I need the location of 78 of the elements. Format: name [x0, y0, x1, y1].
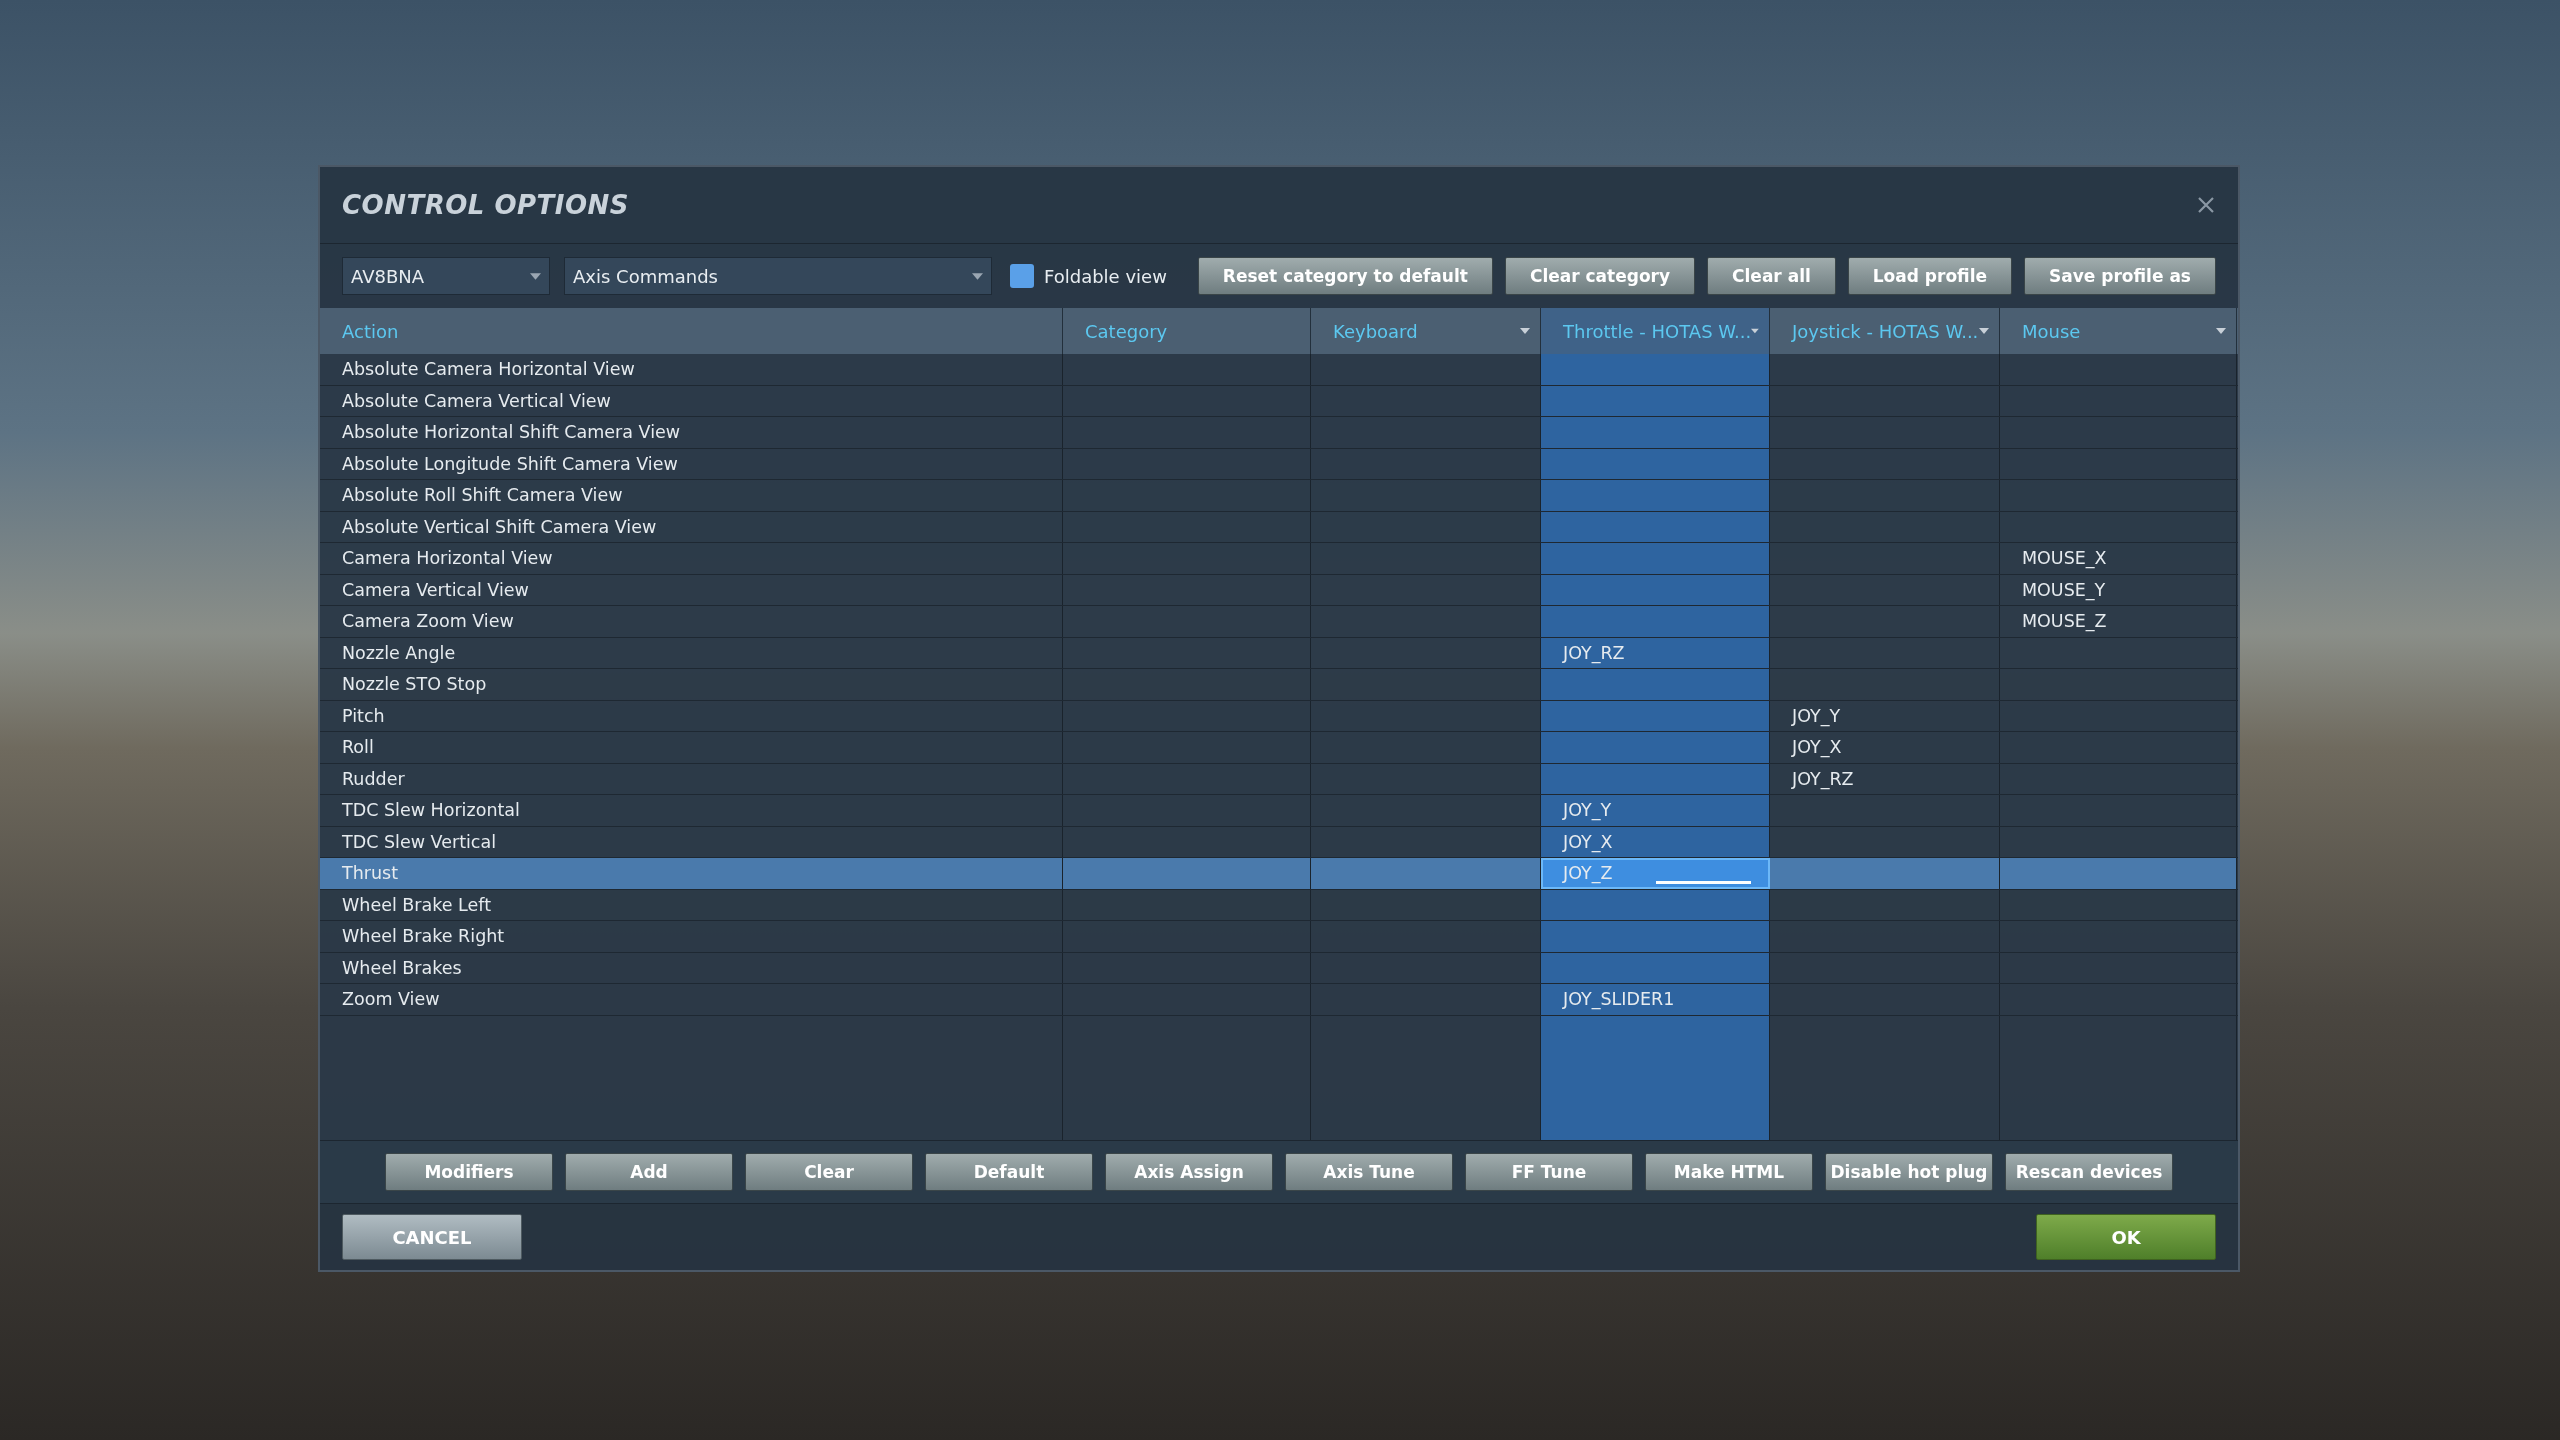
toolbar-button[interactable]: Clear category [1504, 257, 1696, 295]
action-button[interactable]: Make HTML [1645, 1153, 1813, 1191]
binding-text: JOY_X [1792, 737, 1842, 758]
ok-button[interactable]: OK [2036, 1214, 2216, 1260]
toolbar-button[interactable]: Reset category to default [1197, 257, 1493, 295]
action-name: Absolute Horizontal Shift Camera View [342, 422, 681, 443]
action-button[interactable]: Axis Tune [1285, 1153, 1453, 1191]
action-button[interactable]: Axis Assign [1105, 1153, 1273, 1191]
aircraft-dropdown[interactable]: AV8BNA [342, 257, 550, 295]
table-row[interactable]: Absolute Roll Shift Camera View [320, 480, 2238, 512]
action-name: Camera Horizontal View [342, 548, 553, 569]
action-name: TDC Slew Horizontal [342, 800, 520, 821]
table-row[interactable]: Camera Zoom View MOUSE_Z [320, 606, 2238, 638]
caret-icon [972, 272, 983, 280]
action-button[interactable]: Disable hot plug [1825, 1153, 1993, 1191]
foldable-view-label: Foldable view [1044, 265, 1167, 287]
action-name: Zoom View [342, 989, 440, 1010]
table-row[interactable]: Absolute Camera Vertical View [320, 385, 2238, 417]
table-row[interactable]: TDC Slew Horizontal JOY_Y [320, 795, 2238, 827]
binding-text: JOY_SLIDER1 [1563, 989, 1675, 1010]
action-button[interactable]: Modifiers [385, 1153, 553, 1191]
action-name: Absolute Longitude Shift Camera View [342, 453, 678, 474]
binding-text: MOUSE_Y [2022, 579, 2106, 600]
column-header[interactable]: Throttle - HOTAS W... [1541, 308, 1770, 354]
table-row[interactable]: Camera Vertical View MOUSE_Y [320, 574, 2238, 606]
binding-text: JOY_RZ [1792, 768, 1854, 789]
table-row[interactable]: Nozzle Angle JOY_RZ [320, 637, 2238, 669]
cancel-button[interactable]: CANCEL [342, 1214, 522, 1260]
dialog-title: CONTROL OPTIONS [342, 190, 630, 220]
binding-text: MOUSE_Z [2022, 611, 2107, 632]
action-name: Camera Vertical View [342, 579, 529, 600]
action-name: Roll [342, 737, 374, 758]
action-button[interactable]: FF Tune [1465, 1153, 1633, 1191]
table-row[interactable]: Wheel Brake Left [320, 889, 2238, 921]
table-row[interactable]: Absolute Horizontal Shift Camera View [320, 417, 2238, 449]
binding-text: JOY_Y [1563, 800, 1612, 821]
action-name: Pitch [342, 705, 385, 726]
action-name: TDC Slew Vertical [342, 831, 497, 852]
action-button[interactable]: Default [925, 1153, 1093, 1191]
table-row[interactable]: Camera Horizontal View MOUSE_X [320, 543, 2238, 575]
action-name: Rudder [342, 768, 405, 789]
close-icon[interactable] [2196, 195, 2216, 215]
binding-text: JOY_RZ [1563, 642, 1625, 663]
action-name: Camera Zoom View [342, 611, 514, 632]
binding-text: JOY_Z [1563, 863, 1613, 884]
table-row[interactable]: Absolute Vertical Shift Camera View [320, 511, 2238, 543]
action-name: Nozzle Angle [342, 642, 456, 663]
binding-text: MOUSE_X [2022, 548, 2107, 569]
table-row[interactable]: Nozzle STO Stop [320, 669, 2238, 701]
table-row[interactable]: Pitch JOY_Y [320, 700, 2238, 732]
table-row[interactable]: Absolute Camera Horizontal View [320, 354, 2238, 386]
table-row[interactable]: Wheel Brake Right [320, 921, 2238, 953]
toolbar-button[interactable]: Save profile as [2024, 257, 2216, 295]
action-button[interactable]: Rescan devices [2005, 1153, 2173, 1191]
table-row[interactable]: Rudder JOY_RZ [320, 763, 2238, 795]
table-row[interactable]: Wheel Brakes [320, 952, 2238, 984]
category-dropdown[interactable]: Axis Commands [564, 257, 992, 295]
action-name: Absolute Camera Horizontal View [342, 359, 635, 380]
caret-icon [530, 272, 541, 280]
action-name: Absolute Roll Shift Camera View [342, 485, 623, 506]
table-row[interactable]: Roll JOY_X [320, 732, 2238, 764]
action-name: Thrust [342, 863, 399, 884]
binding-text: JOY_Y [1792, 705, 1841, 726]
action-button[interactable]: Clear [745, 1153, 913, 1191]
binding-text: JOY_X [1563, 831, 1613, 852]
action-name: Absolute Camera Vertical View [342, 390, 611, 411]
foldable-view-checkbox[interactable] [1010, 264, 1034, 288]
action-name: Absolute Vertical Shift Camera View [342, 516, 657, 537]
table-row[interactable]: Thrust JOY_Z [320, 858, 2238, 890]
table-row[interactable]: Absolute Longitude Shift Camera View [320, 448, 2238, 480]
action-name: Wheel Brake Right [342, 926, 505, 947]
toolbar-button[interactable]: Clear all [1707, 257, 1836, 295]
table-row[interactable]: Zoom View JOY_SLIDER1 [320, 984, 2238, 1016]
action-button[interactable]: Add [565, 1153, 733, 1191]
action-name: Nozzle STO Stop [342, 674, 487, 695]
toolbar-button[interactable]: Load profile [1847, 257, 2013, 295]
action-name: Wheel Brake Left [342, 894, 492, 915]
action-name: Wheel Brakes [342, 957, 462, 978]
